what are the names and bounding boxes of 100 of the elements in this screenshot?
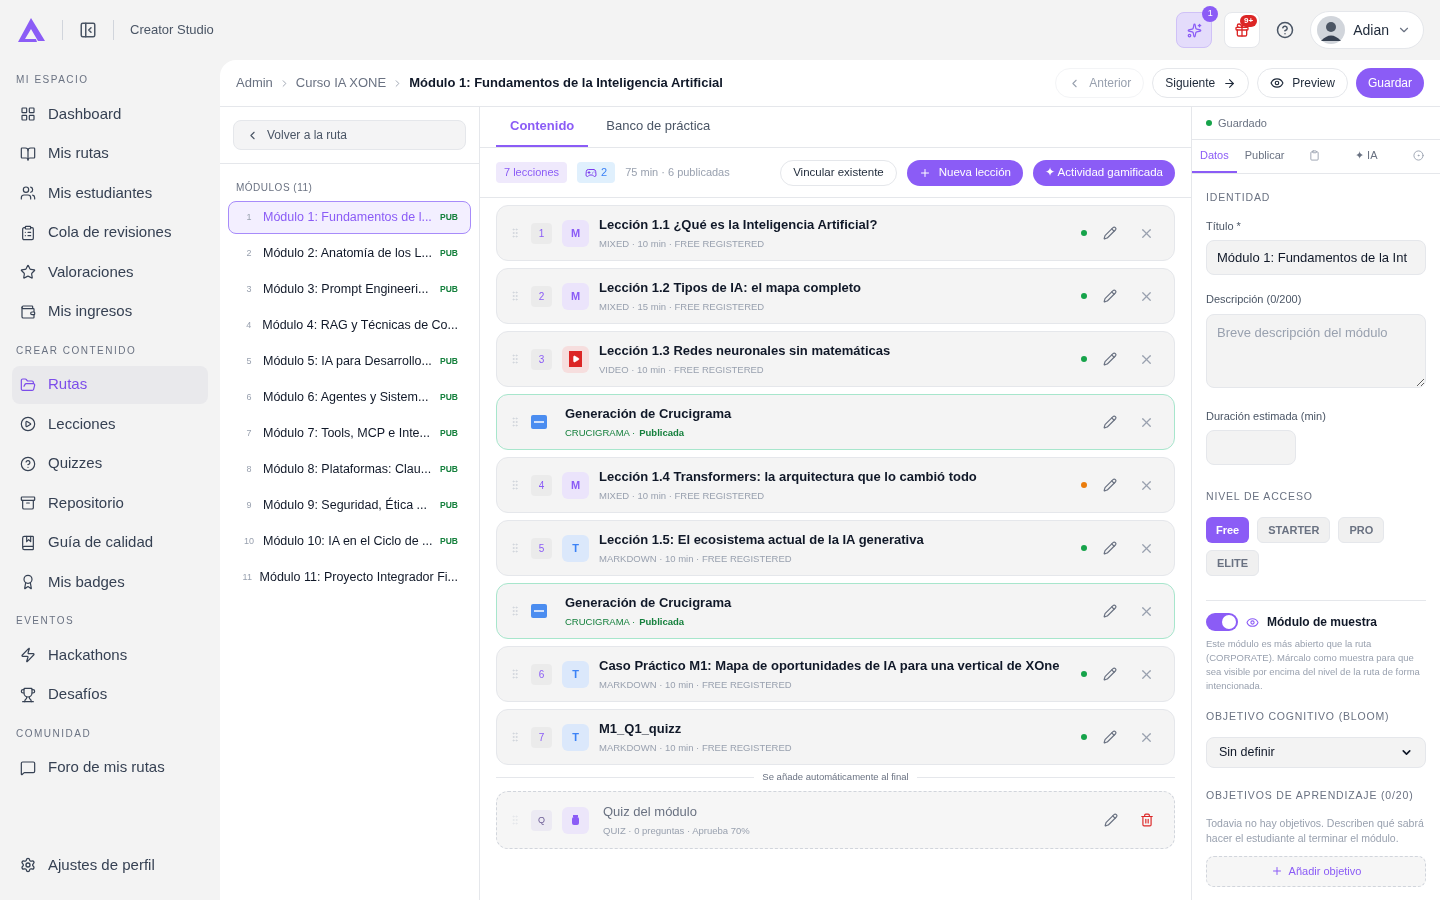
panel-tab[interactable]: Datos (1192, 140, 1237, 173)
sidebar-item[interactable]: Dashboard (12, 95, 208, 133)
lesson-card[interactable]: 1 M Lección 1.1 ¿Qué es la Inteligencia Artificial? MIXED · 10 min · FREE REGISTERED (496, 205, 1175, 261)
module-item[interactable]: 1 Módulo 1: Fundamentos de l... PUB (228, 201, 471, 234)
avatar (1317, 16, 1346, 44)
pub-label: PUB (440, 427, 458, 440)
sidebar-item[interactable]: Cola de revisiones (12, 213, 208, 252)
access-level-button[interactable]: PRO (1338, 517, 1385, 543)
lesson-card[interactable]: 6 T Caso Práctico M1: Mapa de oportunidades de IA para una vertical de XOne MARKDOWN · 10 min · FREE REGISTERED (496, 646, 1175, 702)
user-menu[interactable]: Adian (1310, 11, 1424, 49)
module-item[interactable]: 9 Módulo 9: Seguridad, Ética ... PUB (228, 489, 471, 522)
edit-icon[interactable] (1103, 478, 1117, 492)
edit-icon[interactable] (1103, 541, 1117, 555)
edit-icon[interactable] (1104, 813, 1118, 828)
summary-text: 75 min · 6 publicadas (625, 165, 730, 181)
video-icon (562, 345, 589, 373)
sidebar-toggle-icon[interactable] (79, 21, 97, 39)
content-tab[interactable]: Contenido (496, 107, 589, 147)
lesson-card[interactable]: 5 T Lección 1.5: El ecosistema actual de la IA generativa MARKDOWN · 10 min · FREE REGISTERED (496, 520, 1175, 576)
add-objective-button[interactable]: Añadir objetivo (1206, 855, 1426, 887)
section-heading: IDENTIDAD (1206, 190, 1272, 205)
module-item[interactable]: 6 Módulo 6: Agentes y Sistem... PUB (228, 381, 471, 414)
gift-button[interactable]: 9+ (1224, 12, 1261, 48)
breadcrumb-link[interactable]: Admin (236, 73, 273, 93)
pub-label: PUB (440, 391, 458, 404)
drag-handle-icon[interactable] (509, 731, 521, 743)
toggle-switch[interactable] (1206, 613, 1238, 631)
edit-icon[interactable] (1103, 730, 1117, 744)
lesson-card[interactable]: 2 M Lección 1.2 Tipos de IA: el mapa completo MIXED · 15 min · FREE REGISTERED (496, 268, 1175, 324)
lesson-meta: MIXED · 10 min · FREE REGISTERED (599, 488, 766, 503)
drag-handle-icon[interactable] (509, 542, 521, 554)
module-item[interactable]: 10 Módulo 10: IA en el Ciclo de ... PUB (228, 525, 471, 558)
drag-handle-icon[interactable] (509, 668, 521, 680)
sidebar-item[interactable]: Valoraciones (12, 253, 208, 291)
sidebar-item[interactable]: Rutas (12, 365, 208, 404)
activity-type: CRUCIGRAMA · (565, 425, 636, 440)
sidebar-item[interactable]: Hackathons (12, 636, 208, 674)
drag-handle-icon[interactable] (509, 353, 521, 365)
sidebar-item[interactable]: Mis ingresos (12, 292, 208, 331)
play-circle-icon (20, 416, 36, 432)
activity-card[interactable]: Generación de Crucigrama CRUCIGRAMA · Publicada (496, 394, 1175, 450)
delete-icon[interactable] (1140, 813, 1154, 828)
format-badge: T (562, 660, 589, 688)
drag-handle-icon[interactable] (509, 290, 521, 302)
module-item[interactable]: 3 Módulo 3: Prompt Engineeri... PUB (228, 273, 471, 306)
module-item[interactable]: 5 Módulo 5: IA para Desarrollo... PUB (228, 345, 471, 378)
new-lesson-button[interactable]: Nueva lección (906, 159, 1023, 186)
duration-field[interactable] (1206, 430, 1296, 466)
ai-button[interactable] (1176, 12, 1213, 48)
lesson-card[interactable]: 3 Lección 1.3 Redes neuronales sin matemáticas VIDEO · 10 min · FREE REGISTERED (496, 331, 1175, 387)
sidebar-item[interactable]: Mis badges (12, 563, 208, 601)
access-level-button[interactable]: STARTER (1257, 517, 1331, 543)
edit-icon[interactable] (1103, 226, 1117, 240)
gamified-activity-button[interactable]: ✦ Actividad gamificada (1032, 159, 1175, 186)
access-level-button[interactable]: ELITE (1206, 550, 1260, 576)
drag-handle-icon[interactable] (509, 605, 521, 617)
bloom-select[interactable]: Sin definir (1206, 736, 1426, 768)
sample-label: Módulo de muestra (1267, 614, 1377, 631)
module-item[interactable]: 2 Módulo 2: Anatomía de los L... PUB (228, 237, 471, 270)
module-item[interactable]: 7 Módulo 7: Tools, MCP e Inte... PUB (228, 417, 471, 450)
title-field[interactable]: Módulo 1: Fundamentos de la Int (1206, 240, 1426, 276)
module-item[interactable]: 11 Módulo 11: Proyecto Integrador Fi... (228, 561, 471, 594)
drag-handle-icon[interactable] (509, 416, 521, 428)
sidebar-item[interactable]: Ajustes de perfil (12, 846, 208, 884)
sidebar-item[interactable]: Mis estudiantes (12, 174, 208, 212)
panel-tab[interactable]: Publicar (1236, 140, 1293, 173)
save-button[interactable]: Guardar (1355, 68, 1424, 98)
sidebar-item[interactable]: Repositorio (12, 484, 208, 522)
panel-tab[interactable]: ✦ IA (1336, 140, 1397, 173)
edit-icon[interactable] (1103, 352, 1117, 366)
back-button[interactable]: Volver a la ruta (233, 120, 466, 150)
drag-handle-icon[interactable] (509, 479, 521, 491)
lesson-card[interactable]: 4 M Lección 1.4 Transformers: la arquitectura que lo cambió todo MIXED · 10 min · FREE REGISTERED (496, 457, 1175, 513)
lesson-number: 4 (531, 474, 552, 496)
breadcrumb-link[interactable]: Curso IA XONE (295, 73, 387, 93)
sidebar-item[interactable]: Guía de calidad (12, 523, 208, 562)
module-item[interactable]: 4 Módulo 4: RAG y Técnicas de Co... (228, 309, 471, 342)
saved-status: Guardado (1218, 115, 1267, 131)
lesson-card[interactable]: 7 T M1_Q1_quizz MARKDOWN · 10 min · FREE REGISTERED (496, 709, 1175, 765)
sidebar-item[interactable]: Desafíos (12, 675, 208, 714)
edit-icon[interactable] (1103, 667, 1117, 681)
help-icon[interactable] (1276, 21, 1295, 39)
objectives-empty-text: Todavia no hay objetivos. Describen qué sabrá hacer el estudiante al terminar el módulo. (1206, 815, 1425, 846)
edit-icon[interactable] (1103, 289, 1117, 303)
sidebar-item[interactable]: Quizzes (12, 444, 208, 483)
folder-icon (20, 376, 36, 393)
description-field[interactable]: Breve descripción del módulo (1206, 313, 1426, 388)
sidebar-item[interactable]: Lecciones (12, 405, 208, 443)
format-badge: T (562, 723, 589, 751)
edit-icon[interactable] (1103, 604, 1117, 618)
module-item[interactable]: 8 Módulo 8: Plataformas: Clau... PUB (228, 453, 471, 486)
content-tab[interactable]: Banco de práctica (592, 107, 725, 147)
sidebar-item[interactable]: Foro de mis rutas (12, 748, 208, 787)
activity-card[interactable]: Generación de Crucigrama CRUCIGRAMA · Publicada (496, 583, 1175, 639)
edit-icon[interactable] (1103, 415, 1117, 429)
access-level-button[interactable]: Free (1206, 517, 1250, 543)
drag-handle-icon[interactable] (509, 227, 521, 239)
sidebar-item[interactable]: Mis rutas (12, 134, 208, 173)
lesson-number: 7 (531, 726, 552, 748)
quiz-card[interactable]: Q Quiz del módulo QUIZ · 0 preguntas · Aprueba 70% (496, 791, 1175, 850)
